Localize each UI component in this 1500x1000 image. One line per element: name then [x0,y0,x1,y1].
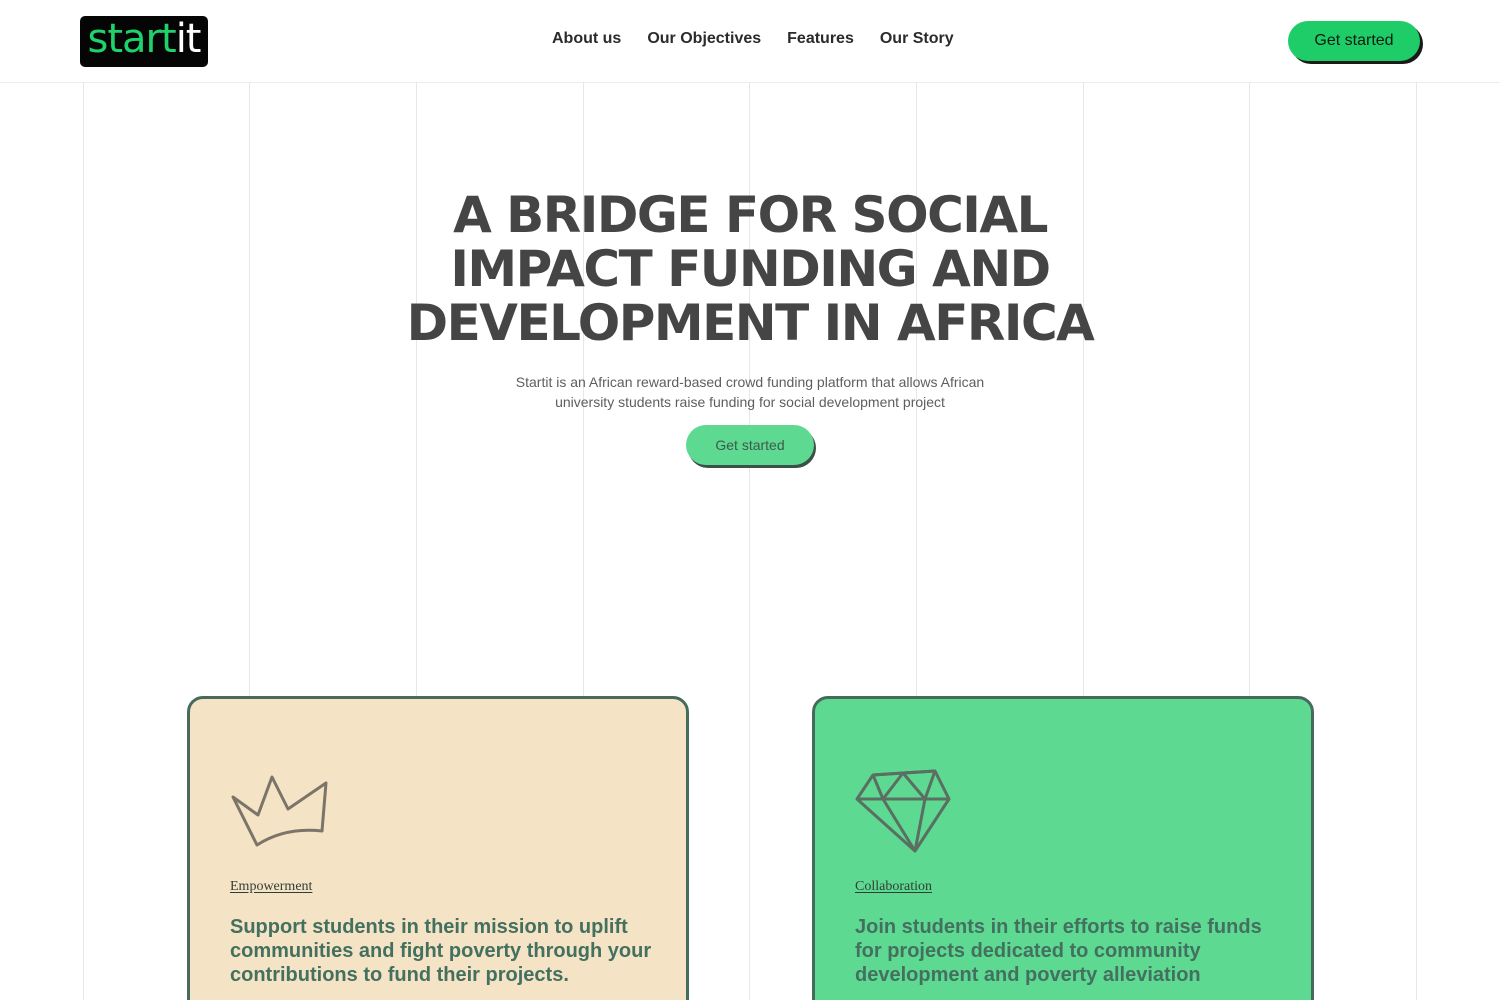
diamond-icon [855,769,955,864]
hero-title: A BRIDGE FOR SOCIAL IMPACT FUNDING AND D… [406,186,1095,352]
card-description: Join students in their efforts to raise … [855,916,1262,986]
card-description: Support students in their mission to upl… [230,916,652,986]
hero-section: A BRIDGE FOR SOCIAL IMPACT FUNDING AND D… [0,186,1500,465]
hero-get-started-button[interactable]: Get started [686,425,814,465]
nav-link-about-us[interactable]: About us [552,30,621,48]
nav-link-our-story[interactable]: Our Story [880,30,954,48]
header-get-started-button[interactable]: Get started [1288,21,1420,61]
nav-link-our-objectives[interactable]: Our Objectives [647,30,761,48]
main-nav: About us Our Objectives Features Our Sto… [552,30,954,48]
collaboration-card: Collaboration Join students in their eff… [812,696,1314,1000]
site-header: start it About us Our Objectives Features… [0,0,1500,83]
hero-subtitle: Startit is an African reward-based crowd… [515,374,985,410]
card-tag-collaboration: Collaboration [855,879,932,894]
empowerment-card: Empowerment Support students in their mi… [187,696,689,1000]
startit-logo[interactable]: start it [80,16,208,67]
card-tag-empowerment: Empowerment [230,879,313,894]
nav-link-features[interactable]: Features [787,30,854,48]
crown-icon [230,769,330,854]
